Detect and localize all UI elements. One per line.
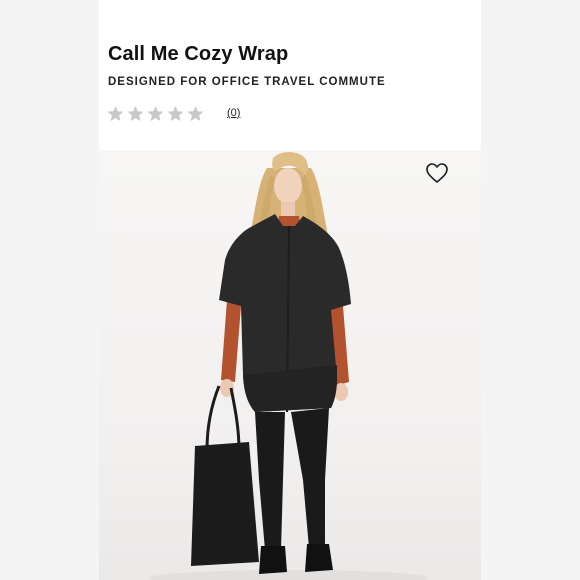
star-icon bbox=[166, 104, 185, 123]
star-icon bbox=[186, 104, 205, 123]
product-subtitle: DESIGNED FOR OFFICE TRAVEL COMMUTE bbox=[108, 76, 386, 88]
wishlist-button[interactable] bbox=[425, 162, 449, 184]
star-icon bbox=[126, 104, 145, 123]
heart-outline-icon bbox=[426, 163, 448, 183]
rating-row: (0) bbox=[106, 104, 240, 123]
model-wearing-wrap-photo bbox=[149, 152, 429, 580]
review-count-link[interactable]: (0) bbox=[227, 107, 240, 119]
star-icon bbox=[106, 104, 125, 123]
product-image bbox=[99, 150, 481, 580]
star-icon bbox=[146, 104, 165, 123]
product-card: Call Me Cozy Wrap DESIGNED FOR OFFICE TR… bbox=[99, 0, 481, 580]
star-rating bbox=[106, 104, 205, 123]
product-title: Call Me Cozy Wrap bbox=[108, 43, 289, 65]
